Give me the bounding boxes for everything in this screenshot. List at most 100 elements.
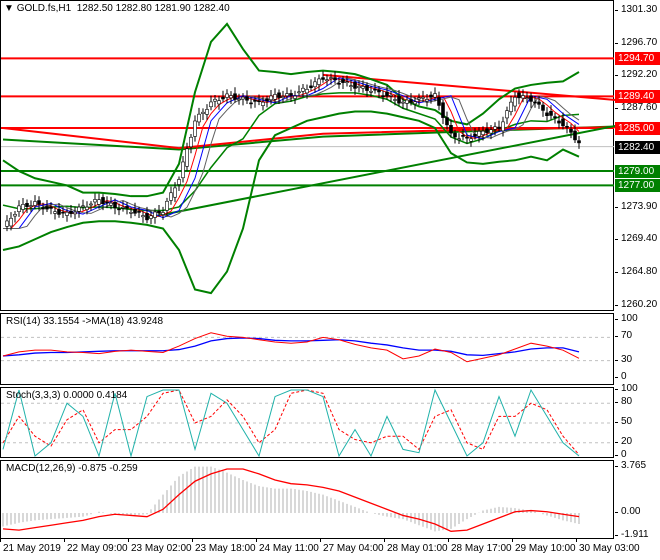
chart-header: ▼ GOLD.fs,H1 1282.50 1282.80 1281.90 128… — [4, 3, 230, 14]
candle-body — [69, 210, 73, 214]
candle-body — [93, 199, 97, 203]
candle-body — [409, 99, 413, 103]
time-axis-label: 23 May 18:00 — [192, 538, 256, 554]
candle-body — [525, 97, 529, 99]
ohlc-label: 1282.50 1282.80 1281.90 1282.40 — [76, 3, 230, 14]
candle-body — [161, 212, 165, 215]
candle-body — [333, 77, 337, 81]
candle-body — [489, 129, 493, 134]
candle-body — [313, 81, 317, 88]
candle-body — [305, 89, 309, 94]
level-price-tag: 1277.00 — [615, 179, 660, 193]
candle-body — [193, 120, 197, 137]
candle-body — [17, 205, 21, 212]
candle-body — [341, 79, 345, 83]
current-price-tag: 1282.40 — [615, 140, 660, 154]
candle-body — [61, 211, 65, 214]
candle-body — [557, 120, 561, 124]
candle-body — [29, 205, 33, 207]
candle-body — [433, 93, 437, 98]
candle-body — [485, 128, 489, 134]
candle-body — [197, 113, 201, 123]
time-axis-label: 23 May 02:00 — [128, 538, 192, 554]
candle-body — [157, 210, 161, 214]
candle-body — [233, 93, 237, 100]
candle-body — [221, 96, 225, 100]
candle-body — [369, 91, 373, 93]
candle-body — [277, 92, 281, 98]
macd-title: MACD(12,26,9) -0.875 -0.259 — [6, 463, 138, 474]
candle-body — [73, 211, 77, 215]
time-axis-label: 21 May 2019 — [0, 538, 61, 554]
candle-body — [237, 98, 241, 101]
candle-body — [37, 200, 41, 205]
candle-body — [321, 77, 325, 80]
candle-body — [569, 128, 573, 133]
candle-body — [289, 93, 293, 96]
candle-body — [513, 96, 517, 107]
candle-body — [373, 88, 377, 91]
candle-body — [477, 131, 481, 137]
price-tick: 1296.70 — [614, 37, 658, 49]
price-tick: 1273.90 — [614, 200, 658, 212]
candle-body — [497, 126, 501, 129]
candle-body — [41, 207, 45, 210]
candle-body — [517, 92, 521, 99]
price-tick: 1292.20 — [614, 69, 658, 81]
candle-body — [57, 209, 61, 215]
dropdown-triangle-icon[interactable]: ▼ — [4, 3, 14, 14]
candle-body — [465, 136, 469, 139]
candle-body — [141, 215, 145, 218]
rsi-title: RSI(14) 33.1554 ->MA(18) 43.9248 — [6, 316, 164, 327]
candle-body — [329, 77, 333, 79]
candle-body — [285, 93, 289, 97]
macd-tick: 0.00 — [614, 506, 641, 517]
candle-body — [253, 99, 257, 102]
candle-body — [249, 102, 253, 105]
candle-body — [457, 138, 461, 141]
candle-body — [153, 211, 157, 218]
stoch-tick: 20 — [614, 435, 633, 447]
candle-body — [97, 199, 101, 205]
candle-body — [561, 118, 565, 127]
candle-body — [449, 125, 453, 134]
candle-body — [9, 217, 13, 227]
candle-body — [417, 97, 421, 100]
candle-body — [205, 109, 209, 115]
candle-body — [121, 207, 125, 209]
symbol-label: GOLD.fs,H1 — [16, 3, 72, 14]
candle-body — [445, 117, 449, 126]
level-price-tag: 1289.40 — [615, 90, 660, 104]
candle-body — [81, 205, 85, 208]
candle-body — [401, 101, 405, 104]
candle-body — [269, 95, 273, 101]
candle-body — [265, 98, 269, 102]
candle-body — [425, 99, 429, 102]
candle-body — [33, 201, 37, 206]
stoch-tick: 50 — [614, 416, 633, 427]
time-axis-label: 30 May 03:00 — [576, 538, 640, 554]
candle-body — [365, 85, 369, 91]
price-tick: 1287.60 — [614, 102, 658, 114]
candle-body — [257, 100, 261, 103]
candle-body — [169, 192, 173, 201]
candle-body — [165, 200, 169, 211]
candle-body — [129, 212, 133, 214]
price-tick: 1264.80 — [614, 265, 658, 277]
candle-body — [453, 132, 457, 138]
candle-body — [137, 211, 141, 213]
candle-body — [181, 161, 185, 179]
candle-body — [361, 86, 365, 89]
macd-tick: 3.765 — [614, 460, 647, 471]
candle-body — [297, 91, 301, 94]
candle-body — [377, 89, 381, 93]
candle-body — [77, 206, 81, 212]
candle-body — [437, 97, 441, 106]
candle-body — [393, 99, 397, 101]
candle-body — [505, 110, 509, 119]
candle-body — [217, 100, 221, 105]
candle-body — [25, 203, 29, 207]
candle-body — [213, 98, 217, 102]
candle-body — [493, 126, 497, 130]
candle-body — [45, 206, 49, 210]
